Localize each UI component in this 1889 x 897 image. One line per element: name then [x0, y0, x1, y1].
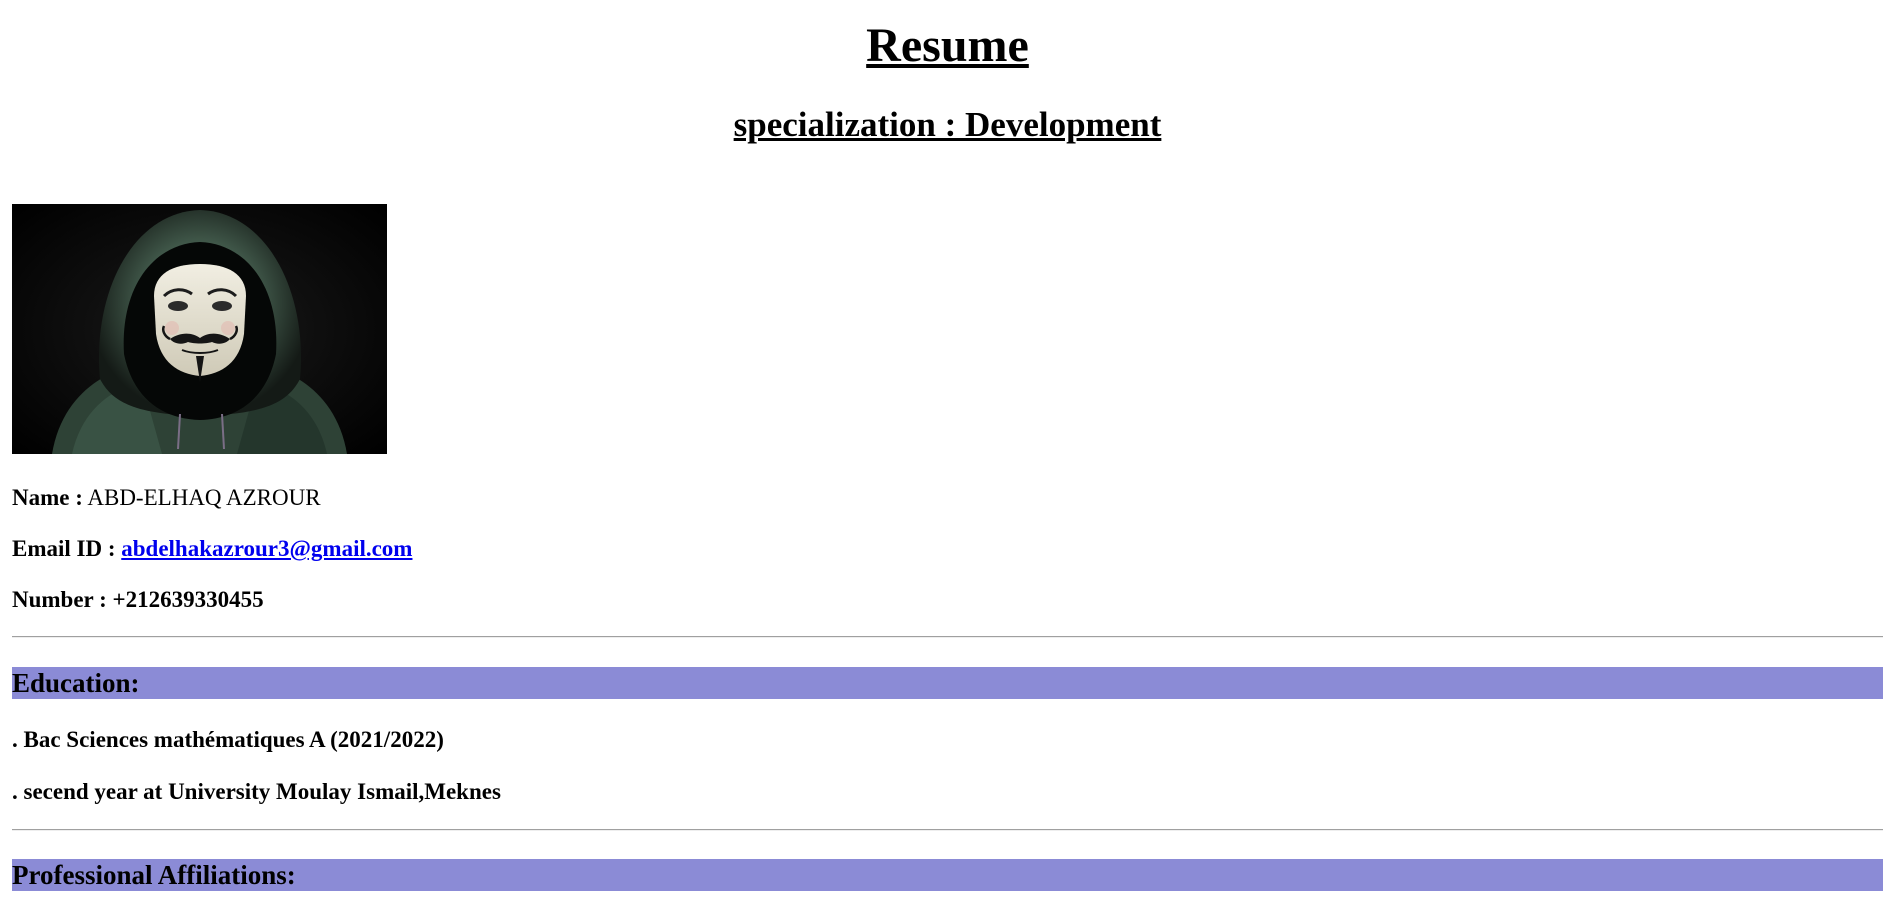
email-link[interactable]: abdelhakazrour3@gmail.com	[121, 536, 412, 561]
number-value: +212639330455	[112, 587, 264, 612]
page-title: Resume	[866, 19, 1029, 72]
specialization-heading: specialization : Development	[733, 105, 1162, 144]
email-row: Email ID : abdelhakazrour3@gmail.com	[12, 535, 412, 563]
affiliations-heading: Professional Affiliations:	[12, 859, 1883, 891]
education-item: . secend year at University Moulay Ismai…	[12, 779, 501, 804]
education-heading: Education:	[12, 667, 1883, 699]
divider	[12, 829, 1883, 831]
number-row: Number : +212639330455	[12, 586, 264, 614]
anonymous-mask-icon	[12, 204, 387, 454]
profile-photo	[12, 204, 387, 454]
name-value: ABD-ELHAQ AZROUR	[87, 485, 321, 510]
name-row: Name : ABD-ELHAQ AZROUR	[12, 484, 321, 512]
number-label: Number :	[12, 587, 107, 612]
divider	[12, 636, 1883, 638]
name-label: Name :	[12, 485, 83, 510]
education-item: . Bac Sciences mathématiques A (2021/202…	[12, 727, 444, 752]
email-label: Email ID :	[12, 536, 116, 561]
